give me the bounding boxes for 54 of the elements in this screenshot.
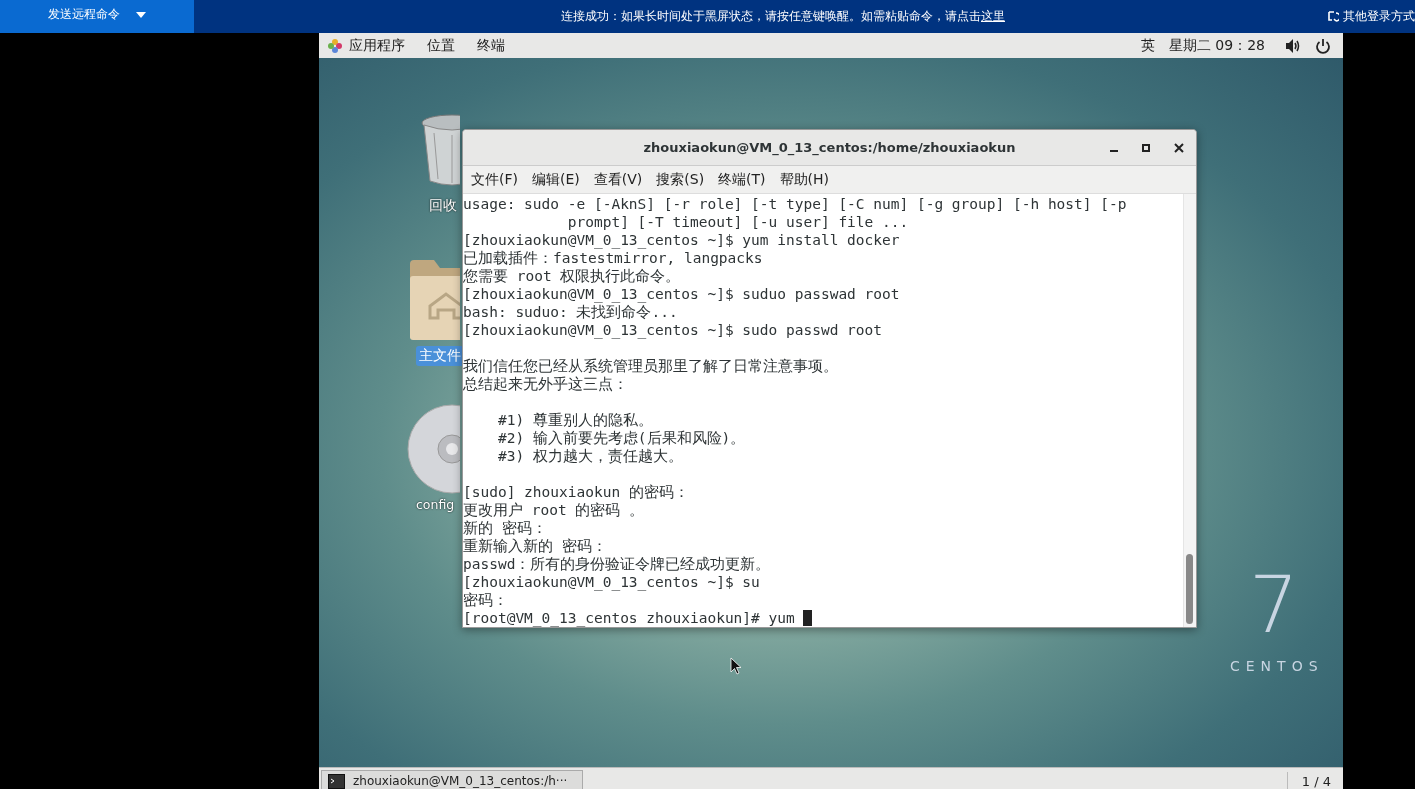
terminal-line: #3) 权力越大，责任越大。 <box>496 447 684 465</box>
menu-item[interactable]: 文件(F) <box>471 170 518 189</box>
home-folder-icon[interactable] <box>408 258 460 342</box>
logo-wordmark: CENTOS <box>1230 658 1324 674</box>
panel-menu[interactable]: 终端 <box>477 36 505 55</box>
terminal-line: [sudo] zhouxiaokun 的密码： <box>463 483 690 501</box>
terminal-icon <box>328 773 345 789</box>
terminal-line: 更改用户 root 的密码 。 <box>463 501 646 519</box>
terminal-line: [zhouxiaokun@VM_0_13_centos ~]$ su <box>463 573 761 591</box>
other-login-link[interactable]: 其他登录方式 <box>1343 8 1415 25</box>
connection-notice: 连接成功：如果长时间处于黑屏状态，请按任意键唤醒。如需粘贴命令，请点击这里 <box>561 8 1005 25</box>
desktop-icon-label[interactable]: 回收 <box>426 196 460 216</box>
panel-menu[interactable]: 应用程序 <box>349 36 405 55</box>
paste-link[interactable]: 这里 <box>981 9 1005 23</box>
terminal-line: 重新输入新的 密码： <box>463 537 608 555</box>
trash-can-icon[interactable] <box>420 113 460 189</box>
terminal-line: #1) 尊重别人的隐私。 <box>496 411 654 429</box>
caret-icon <box>136 11 146 18</box>
terminal-line: [zhouxiaokun@VM_0_13_centos ~]$ sudo passwd root <box>463 321 884 339</box>
terminal-line: 已加载插件：fastestmirror, langpacks <box>463 249 764 267</box>
terminal-line: [zhouxiaokun@VM_0_13_centos ~]$ yum install docker <box>463 231 901 249</box>
logo-number: 7 <box>1249 566 1299 644</box>
menu-item[interactable]: 查看(V) <box>593 170 643 189</box>
mouse-pointer-icon <box>730 657 742 675</box>
menu-item[interactable]: 搜索(S) <box>656 170 705 189</box>
terminal-line: prompt] [-T timeout] [-u user] file ... <box>566 213 910 231</box>
power-icon[interactable] <box>1315 37 1331 54</box>
send-command-button[interactable]: 发送远程命令 <box>0 0 194 33</box>
terminal-line: 我们信任您已经从系统管理员那里了解了日常注意事项。 <box>463 357 839 375</box>
input-method[interactable]: 英 <box>1140 36 1155 55</box>
terminal-line: #2) 输入前要先考虑(后果和风险)。 <box>496 429 747 447</box>
menu-item[interactable]: 编辑(E) <box>532 170 580 189</box>
terminal-line: usage: sudo -e [-AknS] [-r role] [-t type] [-C num] [-g group] [-h host] [-p <box>463 195 1128 213</box>
apps-icon[interactable] <box>327 37 343 54</box>
terminal-line: 您需要 root 权限执行此命令。 <box>463 267 682 285</box>
panel-menu[interactable]: 位置 <box>427 36 455 55</box>
terminal-line: 新的 密码： <box>463 519 548 537</box>
volume-icon[interactable] <box>1285 37 1301 54</box>
scrollbar-thumb[interactable] <box>1186 554 1193 624</box>
close-icon[interactable] <box>1174 143 1184 153</box>
menu-item[interactable]: 帮助(H) <box>779 170 830 189</box>
taskbar-window-button[interactable]: zhouxiaokun@VM_0_13_centos:/h··· <box>321 770 583 789</box>
terminal-line: bash: suduo: 未找到命令... <box>463 303 679 321</box>
terminal-line: [root@VM_0_13_centos zhouxiaokun]# yum <box>463 609 1183 627</box>
scrollbar[interactable] <box>1183 194 1196 627</box>
terminal-line: 密码： <box>463 591 509 609</box>
maximize-icon[interactable] <box>1142 144 1150 152</box>
switch-icon[interactable] <box>1327 10 1339 23</box>
clock[interactable]: 星期二 09：28 <box>1168 36 1265 55</box>
terminal-line: 总结起来无外乎这三点： <box>463 375 629 393</box>
terminal-line: [zhouxiaokun@VM_0_13_centos ~]$ suduo passwad root <box>463 285 901 303</box>
terminal-line: passwd：所有的身份验证令牌已经成功更新。 <box>463 555 772 573</box>
window-title: zhouxiaokun@VM_0_13_centos:/home/zhouxiaokun <box>643 140 1016 155</box>
menu-item[interactable]: 终端(T) <box>718 170 766 189</box>
